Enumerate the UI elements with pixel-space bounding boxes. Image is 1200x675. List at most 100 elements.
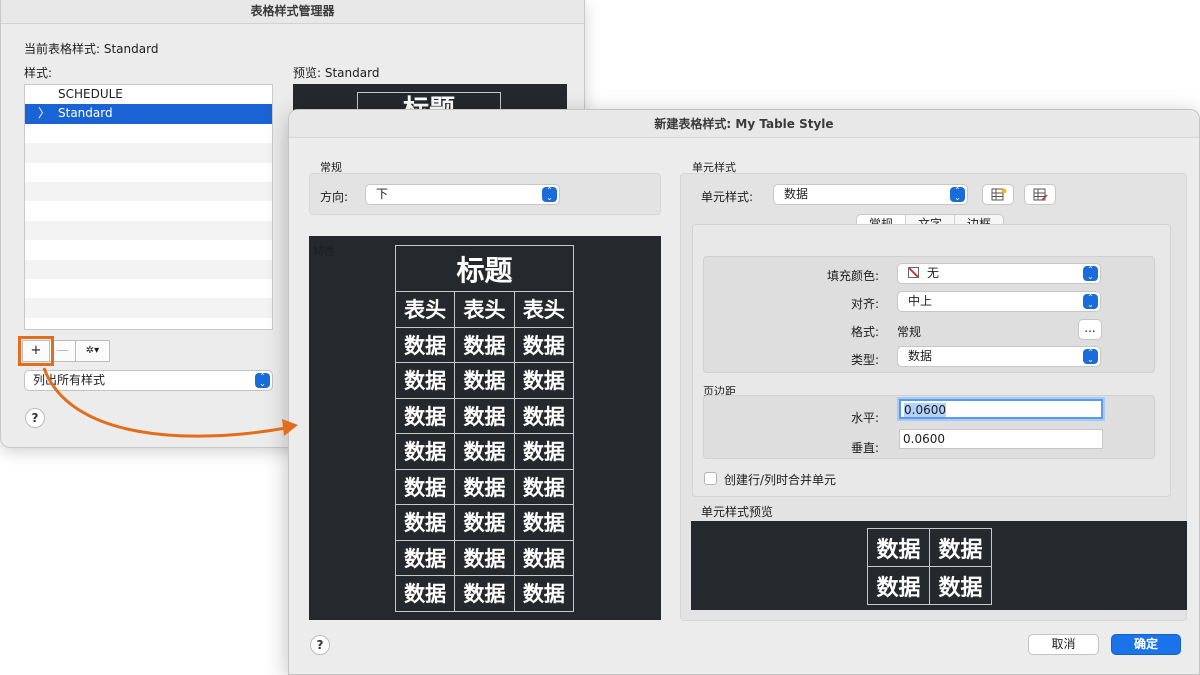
preview-data-cell: 数据: [454, 326, 515, 363]
fill-color-label: 填充颜色:: [826, 269, 879, 283]
styles-label: 样式:: [24, 66, 53, 80]
alignment-value: 中上: [908, 294, 933, 308]
style-list[interactable]: SCHEDULE 〉 Standard: [24, 84, 273, 330]
preview-data-cell: 数据: [513, 326, 575, 363]
alignment-label: 对齐:: [850, 297, 879, 311]
type-select[interactable]: 数据 ⌃ ⌄: [897, 346, 1101, 367]
preview-data-cell: 数据: [454, 539, 515, 576]
ok-button[interactable]: 确定: [1111, 634, 1181, 655]
cell-preview-table: 数据 数据 数据 数据: [867, 528, 992, 605]
preview-data-cell: 数据: [513, 397, 575, 434]
select-stepper-icon: ⌃ ⌄: [1083, 294, 1098, 309]
properties-section-label: 特性: [313, 245, 335, 258]
manage-cell-style-button[interactable]: [1024, 184, 1056, 205]
horizontal-margin-value: 0.0600: [904, 403, 946, 417]
style-filter-select[interactable]: 列出所有样式 ⌃ ⌄: [24, 370, 273, 391]
cell-preview-cell: 数据: [867, 566, 930, 605]
preview-data-cell: 数据: [454, 397, 515, 434]
table-style-preview: 标题 表头 表头 表头 数据 数据 数据 数据 数据 数据 数据 数据 数据 数据 数据 数据 …: [309, 236, 661, 620]
cell-preview-cell: 数据: [867, 528, 930, 567]
add-button-highlight: [18, 336, 54, 366]
cell-style-select[interactable]: 数据 ⌃ ⌄: [773, 184, 968, 205]
preview-data-cell: 数据: [454, 504, 515, 541]
preview-data-cell: 数据: [394, 397, 456, 434]
window-title: 新建表格样式: My Table Style: [289, 110, 1199, 138]
empty-row: [25, 240, 272, 259]
preview-data-cell: 数据: [513, 468, 575, 505]
preview-data-cell: 数据: [513, 362, 575, 399]
type-label: 类型:: [850, 353, 879, 367]
style-list-item[interactable]: SCHEDULE: [25, 85, 272, 104]
empty-row: [25, 318, 272, 329]
general-group: 方向: 下 ⌃ ⌄: [309, 173, 661, 215]
fill-color-select[interactable]: 无 ⌃ ⌄: [897, 263, 1101, 284]
empty-row: [25, 181, 272, 202]
preview-data-cell: 数据: [394, 433, 456, 470]
preview-header-cell: 表头: [454, 291, 515, 328]
style-name: SCHEDULE: [58, 87, 123, 101]
type-value: 数据: [908, 349, 933, 363]
format-label: 格式:: [850, 325, 879, 339]
cancel-button[interactable]: 取消: [1028, 634, 1099, 655]
preview-data-cell: 数据: [394, 468, 456, 505]
select-stepper-icon: ⌃ ⌄: [1083, 266, 1098, 281]
preview-data-cell: 数据: [513, 504, 575, 541]
empty-row: [25, 298, 272, 318]
gear-menu-button[interactable]: ✲▾: [76, 340, 110, 362]
empty-row: [25, 220, 272, 241]
horizontal-margin-label: 水平:: [850, 411, 879, 425]
preview-data-cell: 数据: [394, 362, 456, 399]
select-stepper-icon: ⌃ ⌄: [542, 187, 557, 202]
merge-cells-checkbox[interactable]: [704, 472, 717, 485]
preview-title-cell: 标题: [395, 245, 574, 292]
format-value: 常规: [897, 325, 922, 339]
preview-data-cell: 数据: [454, 433, 515, 470]
alignment-select[interactable]: 中上 ⌃ ⌄: [897, 291, 1101, 312]
preview-data-cell: 数据: [454, 575, 515, 612]
preview-data-cell: 数据: [513, 539, 575, 576]
preview-data-cell: 数据: [513, 433, 575, 470]
style-name: Standard: [58, 106, 113, 121]
cell-style-preview-label: 单元样式预览: [701, 505, 774, 519]
preview-table: 标题 表头 表头 表头 数据 数据 数据 数据 数据 数据 数据 数据 数据 数据 数据 数据 …: [394, 245, 575, 612]
select-stepper-icon: ⌃ ⌄: [255, 373, 270, 388]
empty-row: [25, 163, 272, 182]
preview-data-cell: 数据: [454, 362, 515, 399]
cell-preview-cell: 数据: [929, 566, 992, 605]
cell-preview-cell: 数据: [929, 528, 992, 567]
preview-data-cell: 数据: [394, 575, 456, 612]
no-fill-swatch-icon: [908, 267, 919, 278]
new-table-style-window: 新建表格样式: My Table Style 常规 方向: 下 ⌃ ⌄ 标题 表头…: [288, 109, 1200, 675]
cell-style-label: 单元样式:: [701, 190, 754, 204]
preview-data-cell: 数据: [454, 468, 515, 505]
horizontal-margin-input[interactable]: 0.0600: [899, 399, 1103, 419]
vertical-margin-label: 垂直:: [850, 441, 879, 455]
filter-value: 列出所有样式: [33, 373, 106, 387]
direction-select[interactable]: 下 ⌃ ⌄: [365, 184, 560, 205]
preview-data-cell: 数据: [513, 575, 575, 612]
format-options-button[interactable]: ...: [1078, 319, 1102, 340]
preview-label: 预览: Standard: [293, 66, 380, 80]
style-list-item-selected[interactable]: 〉 Standard: [25, 104, 272, 124]
direction-label: 方向:: [320, 190, 349, 204]
empty-row: [25, 279, 272, 298]
vertical-margin-value: 0.0600: [903, 432, 945, 446]
new-cell-style-icon: [991, 188, 1007, 201]
empty-row: [25, 124, 272, 143]
window-title: 表格样式管理器: [1, 0, 584, 24]
manage-cell-style-icon: [1033, 188, 1048, 201]
empty-row: [25, 201, 272, 220]
current-style-label: 当前表格样式: Standard: [24, 42, 159, 56]
direction-value: 下: [376, 187, 389, 201]
cell-style-value: 数据: [784, 187, 809, 201]
preview-data-cell: 数据: [394, 504, 456, 541]
select-stepper-icon: ⌃ ⌄: [950, 187, 965, 202]
new-cell-style-button[interactable]: [982, 184, 1014, 205]
help-button[interactable]: ?: [25, 408, 45, 428]
preview-data-cell: 数据: [394, 326, 456, 363]
vertical-margin-input[interactable]: 0.0600: [899, 429, 1103, 449]
fill-color-value: 无: [927, 266, 940, 280]
help-button[interactable]: ?: [310, 635, 330, 655]
empty-row: [25, 143, 272, 163]
preview-header-cell: 表头: [513, 291, 575, 328]
